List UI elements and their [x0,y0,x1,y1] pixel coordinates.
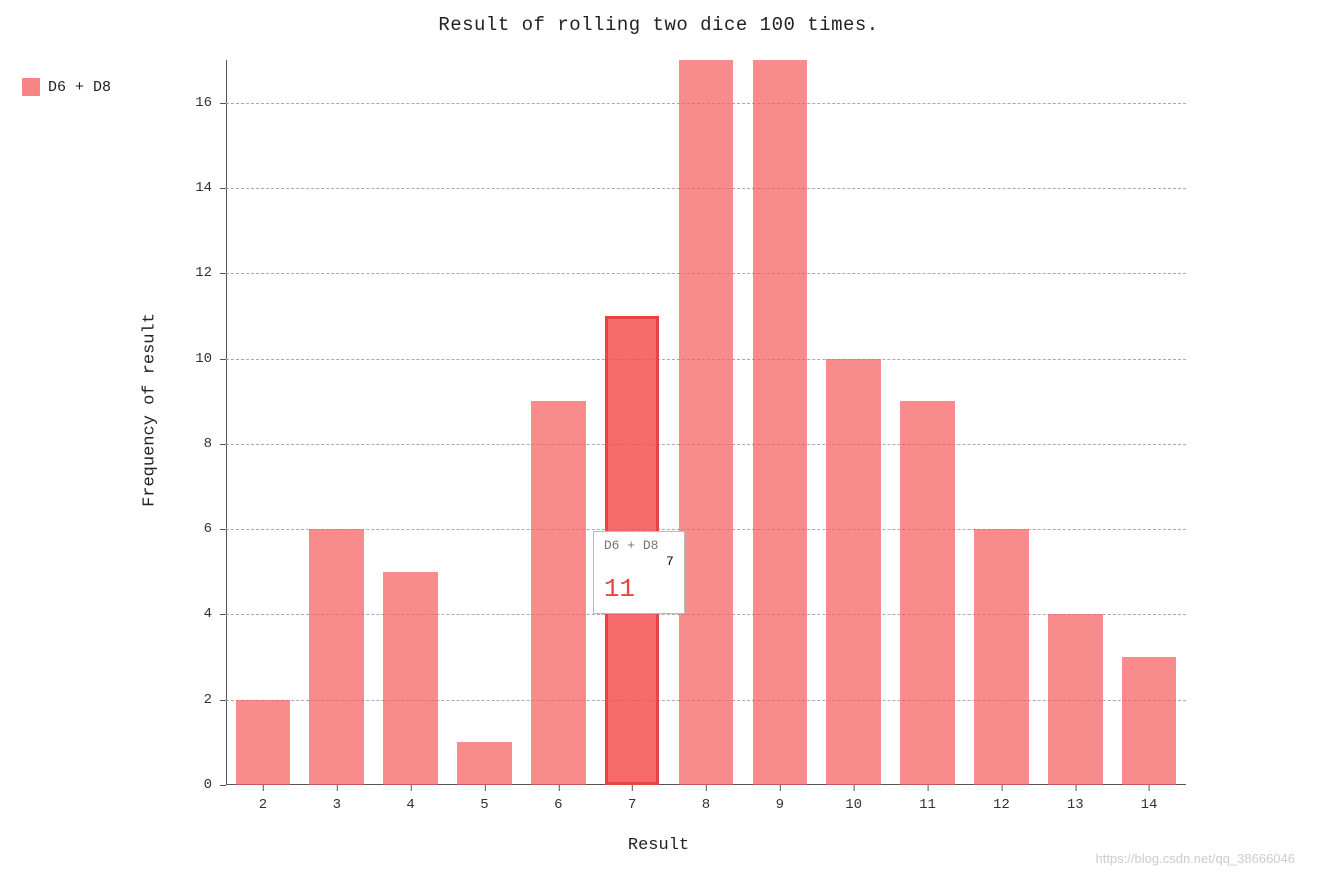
y-axis-line [226,60,227,785]
x-tick-label: 2 [259,797,267,813]
bar[interactable] [531,401,586,785]
bar[interactable] [1122,657,1177,785]
bar[interactable] [826,359,881,785]
bar[interactable] [309,529,364,785]
y-tick-label: 16 [172,95,212,111]
legend-label: D6 + D8 [48,79,111,96]
tooltip-series: D6 + D8 [604,538,674,554]
x-tick-label: 3 [333,797,341,813]
bar[interactable] [974,529,1029,785]
x-tick-label: 12 [993,797,1010,813]
bar[interactable] [457,742,512,785]
y-tick-label: 4 [172,606,212,622]
x-tick-label: 11 [919,797,936,813]
x-tick-label: 14 [1141,797,1158,813]
x-tick-label: 6 [554,797,562,813]
legend[interactable]: D6 + D8 [22,78,111,96]
chart-title: Result of rolling two dice 100 times. [0,14,1317,36]
x-tick-label: 8 [702,797,710,813]
tooltip-value: 11 [604,573,674,606]
y-tick-label: 2 [172,692,212,708]
x-tick-label: 7 [628,797,636,813]
tooltip-category: 7 [604,554,674,570]
x-tick-label: 10 [845,797,862,813]
bar[interactable] [1048,614,1103,785]
plot-area[interactable]: 0246810121416234567891011121314 [226,60,1186,785]
y-tick-label: 8 [172,436,212,452]
bar[interactable] [383,572,438,785]
x-tick-label: 5 [480,797,488,813]
bar[interactable] [236,700,291,785]
x-tick-label: 13 [1067,797,1084,813]
y-tick-label: 14 [172,180,212,196]
bar[interactable] [900,401,955,785]
y-tick-label: 0 [172,777,212,793]
x-tick-label: 4 [406,797,414,813]
bar[interactable] [679,60,734,785]
y-tick-label: 6 [172,521,212,537]
legend-swatch [22,78,40,96]
tooltip: D6 + D87 11 [593,531,685,614]
bar[interactable] [753,60,808,785]
x-tick-label: 9 [776,797,784,813]
y-tick-label: 10 [172,351,212,367]
y-tick-label: 12 [172,265,212,281]
y-axis-label: Frequency of result [141,313,160,507]
watermark: https://blog.csdn.net/qq_38666046 [1096,851,1296,866]
